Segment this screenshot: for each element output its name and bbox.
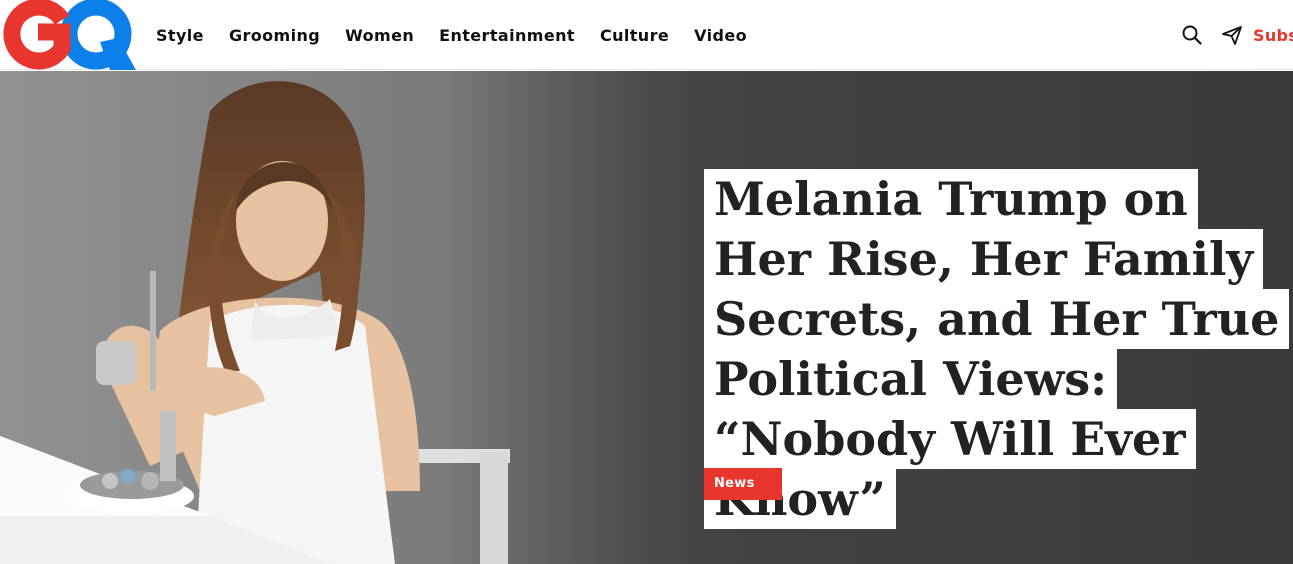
gq-logo[interactable]: GQ xyxy=(0,0,136,70)
main-nav: Style Grooming Women Entertainment Cultu… xyxy=(156,0,772,70)
headline-text[interactable]: Melania Trump on Her Rise, Her Family Se… xyxy=(704,169,1290,529)
paper-plane-icon[interactable] xyxy=(1221,24,1243,46)
nav-grooming[interactable]: Grooming xyxy=(229,26,320,45)
nav-video[interactable]: Video xyxy=(694,26,747,45)
site-header: GQ Style Grooming Women Entertainment Cu… xyxy=(0,0,1293,70)
nav-women[interactable]: Women xyxy=(345,26,414,45)
hero-headline[interactable]: Melania Trump on Her Rise, Her Family Se… xyxy=(704,169,1290,529)
nav-entertainment[interactable]: Entertainment xyxy=(439,26,575,45)
category-tag[interactable]: News xyxy=(704,468,782,500)
search-icon[interactable] xyxy=(1181,24,1203,46)
nav-style[interactable]: Style xyxy=(156,26,204,45)
nav-culture[interactable]: Culture xyxy=(600,26,669,45)
header-tools: Subs xyxy=(1181,0,1293,70)
hero-photo[interactable] xyxy=(0,71,640,564)
hero-banner[interactable]: Melania Trump on Her Rise, Her Family Se… xyxy=(0,71,1293,564)
subscribe-link[interactable]: Subs xyxy=(1253,26,1293,45)
